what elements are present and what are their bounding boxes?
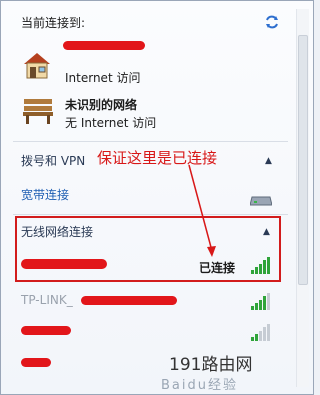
scrollbar[interactable] — [296, 9, 309, 387]
redacted-wifi-name — [21, 358, 51, 367]
watermark-baidu: Baidu经验 — [161, 378, 238, 393]
scrollbar-thumb[interactable] — [298, 35, 308, 285]
redacted-wifi-name — [21, 326, 71, 335]
redacted-wifi-name — [81, 296, 177, 305]
network-flyout: 当前连接到: Internet 访问 未识别的网络 无 Internet 访问 … — [0, 0, 314, 395]
redacted-wifi-name — [21, 259, 107, 269]
signal-strength-icon — [251, 256, 273, 274]
wifi-network-2-name[interactable]: TP-LINK_ — [21, 293, 73, 307]
watermark-site: 191路由网 — [169, 355, 253, 375]
signal-strength-icon — [251, 292, 273, 310]
signal-strength-icon — [251, 323, 273, 341]
connected-status: 已连接 — [199, 261, 236, 275]
